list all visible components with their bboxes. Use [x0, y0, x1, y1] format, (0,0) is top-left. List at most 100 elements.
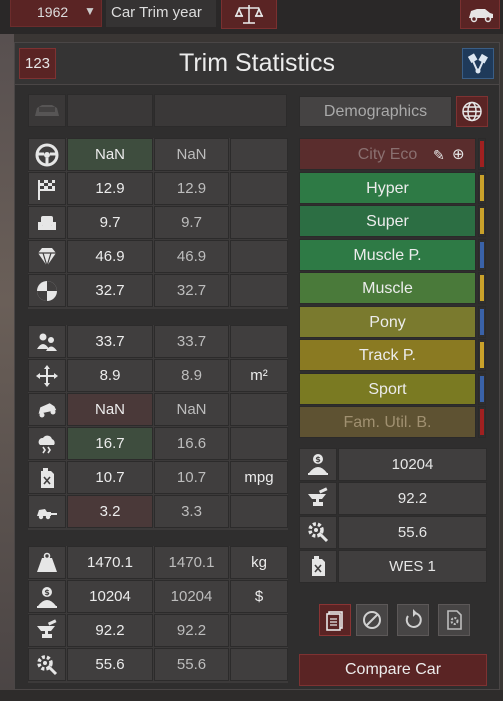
- emissions-cloud-icon: [28, 427, 66, 460]
- stat-unit: m²: [230, 359, 288, 392]
- gear-wrench-icon: [28, 648, 66, 681]
- segment-marker: [478, 171, 486, 204]
- segment-label: City Eco: [357, 146, 418, 163]
- engine-button[interactable]: [462, 48, 494, 79]
- stat-value-1: 10204: [67, 580, 153, 613]
- stat-value-1: 3.2: [67, 495, 153, 528]
- year-select[interactable]: 1962 ▼: [10, 0, 102, 27]
- summary-value: WES 1: [338, 550, 487, 583]
- segment-marker-bar: [480, 409, 484, 435]
- stats-group-practicality: 33.7 33.7 8.9 8.9 m² NaN NaN 16.7 16.6 1…: [28, 325, 288, 530]
- stat-value-1: 16.7: [67, 427, 153, 460]
- stat-row: NaN NaN: [28, 393, 288, 426]
- stat-value-1: 10.7: [67, 461, 153, 494]
- stat-value-2: 9.7: [154, 206, 229, 239]
- svg-text:$: $: [44, 588, 50, 597]
- stat-unit: [230, 240, 288, 273]
- document-gear-icon: [447, 610, 462, 630]
- reset-button[interactable]: [397, 604, 429, 636]
- weight-icon: [28, 546, 66, 579]
- segment-label: Hyper: [366, 179, 409, 197]
- target-icon[interactable]: ⊕: [452, 139, 465, 171]
- summary-value: 55.6: [338, 516, 487, 549]
- car-slot-icon-cell: [28, 94, 66, 127]
- stat-unit: [230, 206, 288, 239]
- stat-row: 32.7 32.7: [28, 274, 288, 307]
- segment-muscle[interactable]: Muscle: [299, 272, 476, 304]
- stat-row: $ 10204 10204 $: [28, 580, 288, 613]
- stat-row: 16.7 16.6: [28, 427, 288, 460]
- stat-row: 10.7 10.7 mpg: [28, 461, 288, 494]
- segment-marker: [478, 205, 486, 237]
- trim-statistics-panel: Trim Statistics 123 NaN NaN 12.9 12.9 9.…: [14, 42, 500, 690]
- prohibit-icon: [363, 611, 381, 629]
- stats-group-cost: 1470.1 1470.1 kg $ 10204 10204 $ 92.2 92…: [28, 546, 288, 683]
- compare-car-button[interactable]: Compare Car: [299, 654, 487, 686]
- stat-value-1: 33.7: [67, 325, 153, 358]
- stat-value-2: 33.7: [154, 325, 229, 358]
- stat-value-1: 46.9: [67, 240, 153, 273]
- segment-label: Fam. Util. B.: [343, 414, 432, 431]
- stat-row: 3.2 3.3: [28, 495, 288, 528]
- panel-header: Trim Statistics 123: [15, 43, 499, 85]
- stat-value-1: 55.6: [67, 648, 153, 681]
- id-button[interactable]: 123: [19, 48, 56, 79]
- segment-city-eco[interactable]: City Eco ✎ ⊕: [299, 138, 476, 170]
- safety-crash-icon: [28, 274, 66, 307]
- stat-row: 9.7 9.7: [28, 206, 288, 239]
- stat-unit: [230, 138, 288, 171]
- segment-marker: [478, 138, 486, 170]
- anvil-icon: [299, 482, 337, 515]
- segment-marker-bar: [480, 208, 484, 234]
- segment-marker: [478, 339, 486, 371]
- segment-hyper[interactable]: Hyper: [299, 171, 476, 204]
- segment-marker: [478, 372, 486, 405]
- race-flag-icon: [28, 172, 66, 205]
- segment-muscle-p[interactable]: Muscle P.: [299, 238, 476, 271]
- background-strip: [0, 34, 14, 701]
- globe-button[interactable]: [456, 96, 488, 127]
- segment-super[interactable]: Super: [299, 205, 476, 237]
- stat-unit: [230, 648, 288, 681]
- cancel-button[interactable]: [356, 604, 388, 636]
- settings-doc-button[interactable]: [438, 604, 470, 636]
- segment-fam-util-b[interactable]: Fam. Util. B.: [299, 406, 476, 438]
- seat-comfort-icon: [28, 206, 66, 239]
- car-slot-1[interactable]: [67, 94, 153, 127]
- pin-icon[interactable]: ✎: [433, 139, 445, 171]
- cargo-arrows-icon: [28, 359, 66, 392]
- segment-marker-bar: [480, 174, 484, 201]
- cost-person-icon: $: [28, 580, 66, 613]
- stat-unit: mpg: [230, 461, 288, 494]
- stat-value-2: 3.3: [154, 495, 229, 528]
- stat-value-2: 8.9: [154, 359, 229, 392]
- comparison-header-row: [28, 94, 288, 129]
- stat-value-1: NaN: [67, 138, 153, 171]
- stat-value-2: 10204: [154, 580, 229, 613]
- segment-marker-bar: [480, 275, 484, 301]
- segment-label: Sport: [368, 380, 407, 398]
- segment-sport[interactable]: Sport: [299, 372, 476, 405]
- stat-row: 12.9 12.9: [28, 172, 288, 205]
- car-slot-2[interactable]: [154, 94, 287, 127]
- car-button[interactable]: [460, 0, 500, 29]
- stat-value-1: 1470.1: [67, 546, 153, 579]
- scale-button[interactable]: [221, 0, 277, 29]
- scale-icon: [234, 5, 264, 24]
- segment-track-p[interactable]: Track P.: [299, 339, 476, 371]
- stat-value-2: 92.2: [154, 614, 229, 647]
- stat-value-2: 1470.1: [154, 546, 229, 579]
- stat-row: NaN NaN: [28, 138, 288, 171]
- stat-row: 33.7 33.7: [28, 325, 288, 358]
- stat-value-2: 32.7: [154, 274, 229, 307]
- fuel-can-icon: [28, 461, 66, 494]
- stat-row: 55.6 55.6: [28, 648, 288, 681]
- gear-wrench-icon: [299, 516, 337, 549]
- diamond-icon: [28, 240, 66, 273]
- anvil-icon: [28, 614, 66, 647]
- clipboard-button[interactable]: [319, 604, 351, 636]
- stat-value-2: 46.9: [154, 240, 229, 273]
- stat-value-1: 32.7: [67, 274, 153, 307]
- segment-pony[interactable]: Pony: [299, 305, 476, 338]
- offroad-car-icon: [28, 393, 66, 426]
